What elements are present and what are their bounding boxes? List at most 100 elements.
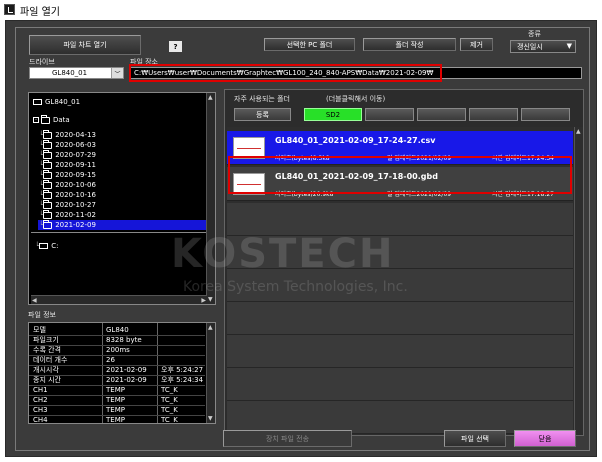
info-row: 파일크기 8328 byte: [30, 335, 206, 345]
info-key: 개시시각: [33, 366, 59, 374]
tree-item-folder[interactable]: └ 2020-09-15: [39, 169, 96, 180]
favorite-slot-3[interactable]: [365, 108, 414, 121]
tree-item-folder[interactable]: └ 2020-10-27: [39, 199, 96, 210]
info-value-2: TC_K: [161, 386, 178, 394]
tree-item-folder[interactable]: └ 2021-02-09: [39, 219, 96, 230]
help-button[interactable]: ?: [169, 41, 182, 52]
file-open-dialog: 파일 차트 열기 ? 드라이브 GL840_01 ﹀ 파일 장소 C:₩User…: [5, 20, 597, 457]
info-value-2: TC_K: [161, 406, 178, 414]
sort-select[interactable]: 갱신일시 ▼: [510, 40, 576, 53]
scroll-up-icon[interactable]: ▲: [576, 128, 581, 135]
select-file-button[interactable]: 파일 선택: [444, 430, 506, 447]
info-value: 200ms: [106, 346, 130, 354]
select-pc-folder-button[interactable]: 선택한 PC 폴더: [264, 38, 355, 51]
tree-item-folder[interactable]: └ 2020-07-29: [39, 149, 96, 160]
tree-horizontal-scrollbar[interactable]: ◀ ▶: [31, 295, 207, 304]
tree-vertical-scrollbar[interactable]: ▲ ▼: [206, 93, 215, 304]
tree-item-label: 2020-09-15: [55, 171, 96, 179]
scroll-right-icon[interactable]: ▶: [201, 297, 206, 304]
info-key: CH4: [33, 416, 48, 424]
create-folder-button[interactable]: 폴더 작성: [363, 38, 456, 51]
info-row: CH3 TEMP TC_K: [30, 405, 206, 415]
file-list-scrollbar[interactable]: ▲: [574, 127, 583, 434]
remove-button[interactable]: 제거: [460, 38, 493, 51]
favorite-slot-6[interactable]: [521, 108, 570, 121]
empty-file-row: [227, 302, 573, 335]
drive-label: 드라이브: [29, 58, 55, 66]
folder-tree[interactable]: GL840_01 - Data └ 2020-04-13 └ 2020-06-03 └ 20…: [28, 92, 216, 305]
folder-icon: [43, 199, 53, 209]
device-file-transfer-button[interactable]: 장치 파일 전송: [223, 430, 352, 447]
info-key: CH2: [33, 396, 48, 404]
info-row: 수록 간격 200ms: [30, 345, 206, 355]
info-row: CH4 TEMP TC_K: [30, 415, 206, 424]
folder-icon: [43, 169, 53, 179]
info-key: 파일크기: [33, 336, 59, 344]
triangle-down-icon: ▼: [566, 42, 572, 50]
info-row: 종지 시간 2021-02-09 오후 5:24:34: [30, 375, 206, 385]
sort-select-value: 갱신일시: [517, 43, 543, 51]
scroll-left-icon[interactable]: ◀: [32, 297, 37, 304]
favorites-label: 자주 사용되는 폴더: [234, 95, 290, 103]
tree-item-folder[interactable]: └ 2020-10-16: [39, 189, 96, 200]
window-titlebar: 파일 열기: [0, 0, 602, 20]
tree-item-drive-c[interactable]: └ C:: [35, 241, 58, 251]
tree-item-label: 2020-10-16: [55, 191, 96, 199]
favorite-slot-5[interactable]: [469, 108, 518, 121]
app-icon: [4, 4, 15, 15]
empty-file-row: [227, 335, 573, 368]
info-row: 모델 GL840: [30, 325, 206, 335]
tree-item-label: 2020-10-06: [55, 181, 96, 189]
register-favorite-button[interactable]: 등록: [234, 108, 291, 121]
close-button[interactable]: 닫음: [514, 430, 576, 447]
info-vertical-scrollbar[interactable]: ▲ ▼: [206, 323, 215, 423]
info-key: 모델: [33, 326, 46, 334]
tree-item-label: 2020-06-03: [55, 141, 96, 149]
favorite-slot-4[interactable]: [417, 108, 466, 121]
tree-item-folder[interactable]: └ 2020-09-11: [39, 159, 96, 170]
empty-file-row: [227, 203, 573, 236]
tree-item-folder[interactable]: └ 2020-04-13: [39, 129, 96, 140]
info-value: 8328 byte: [106, 336, 142, 344]
tree-item-folder[interactable]: └ 2020-10-06: [39, 179, 96, 190]
favorite-sd2-button[interactable]: SD2: [304, 108, 362, 121]
folder-icon: [43, 149, 53, 159]
info-value: 2021-02-09: [106, 366, 147, 374]
tree-root[interactable]: GL840_01: [33, 97, 80, 107]
file-info-title: 파일 정보: [28, 311, 56, 319]
folder-icon: [43, 209, 53, 219]
file-browser-panel: 자주 사용되는 폴더 (더블클릭해서 이동) 등록 SD2 GL840_01_2…: [224, 89, 584, 436]
drive-icon: [39, 243, 49, 249]
info-key: 종지 시간: [33, 376, 61, 384]
info-key: CH3: [33, 406, 48, 414]
file-name: GL840_01_2021-02-09_17-24-27.csv: [275, 136, 436, 145]
info-value-2: TC_K: [161, 396, 178, 404]
sort-label: 종류: [528, 30, 541, 38]
scroll-down-icon[interactable]: ▼: [208, 296, 213, 303]
info-value: TEMP: [106, 386, 125, 394]
tree-item-data[interactable]: - Data: [33, 114, 70, 125]
file-info-table: 모델 GL840 파일크기 8328 byte 수록 간격 200ms 데이터 개수 26 개시…: [28, 322, 216, 424]
info-value: TEMP: [106, 416, 125, 424]
tree-item-folder[interactable]: └ 2020-06-03: [39, 139, 96, 150]
window-title: 파일 열기: [20, 7, 60, 18]
drive-select[interactable]: GL840_01 ﹀: [29, 67, 124, 79]
folder-open-icon: [41, 114, 50, 124]
folder-icon: [43, 129, 53, 139]
scroll-down-icon[interactable]: ▼: [208, 415, 213, 422]
empty-file-row: [227, 269, 573, 302]
tree-item-folder[interactable]: └ 2020-11-02: [39, 209, 96, 220]
info-value-2: 오후 5:24:34: [161, 376, 204, 384]
scroll-up-icon[interactable]: ▲: [208, 324, 213, 331]
scroll-up-icon[interactable]: ▲: [208, 94, 213, 101]
collapse-icon: -: [33, 117, 39, 123]
open-chart-button[interactable]: 파일 차트 열기: [29, 35, 141, 55]
device-icon: [33, 99, 42, 105]
chevron-down-icon: ﹀: [111, 68, 123, 78]
info-value-2: 오후 5:24:27: [161, 366, 204, 374]
tree-item-label: 2020-04-13: [55, 131, 96, 139]
info-row: 데이터 개수 26: [30, 355, 206, 365]
info-value: GL840: [106, 326, 129, 334]
tree-item-label: Data: [53, 116, 70, 124]
drive-select-value: GL840_01: [52, 69, 88, 77]
